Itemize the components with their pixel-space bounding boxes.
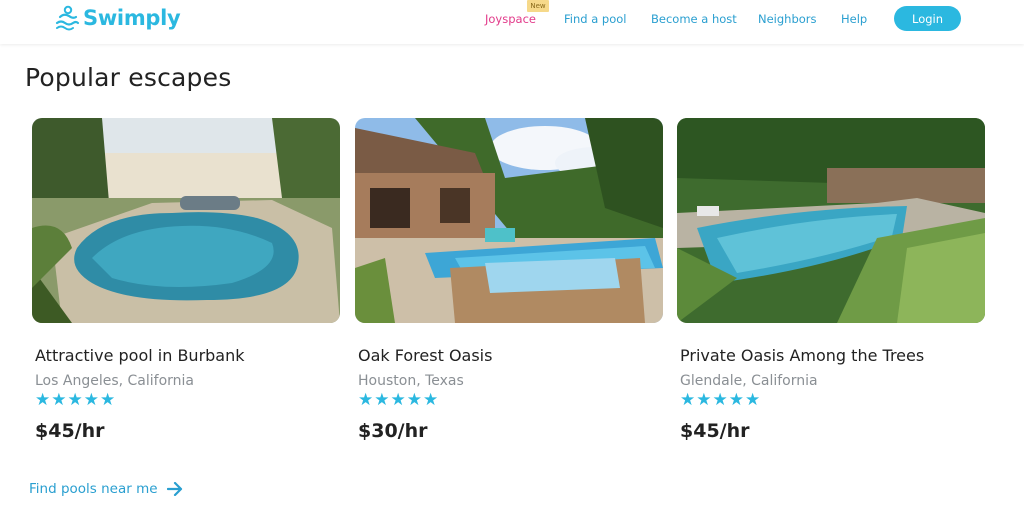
star-rating: ★★★★★ [35,390,117,410]
star-rating: ★★★★★ [358,390,440,410]
pool-photo[interactable] [32,118,340,323]
pool-location: Houston, Texas [358,373,464,389]
swimply-logo[interactable]: Swimply [54,4,181,32]
find-pools-label: Find pools near me [29,481,158,497]
pool-card[interactable]: Oak Forest Oasis Houston, Texas ★★★★★ $3… [355,118,663,448]
star-rating: ★★★★★ [680,390,762,410]
find-pools-near-me-link[interactable]: Find pools near me [29,481,183,497]
pool-price: $45/hr [35,420,105,442]
pool-price: $30/hr [358,420,428,442]
section-title: Popular escapes [25,63,232,92]
nav-joyspace[interactable]: Joyspace [485,12,536,26]
pool-location: Glendale, California [680,373,818,389]
pool-title[interactable]: Oak Forest Oasis [358,346,492,365]
nav-find-a-pool[interactable]: Find a pool [564,12,627,26]
swimmer-logo-icon [54,5,80,31]
pool-title[interactable]: Private Oasis Among the Trees [680,346,924,365]
brand-name: Swimply [83,6,181,30]
pool-location: Los Angeles, California [35,373,194,389]
nav-neighbors[interactable]: Neighbors [758,12,817,26]
new-badge: New [527,0,549,12]
pool-card[interactable]: Attractive pool in Burbank Los Angeles, … [32,118,340,448]
pool-photo[interactable] [355,118,663,323]
top-navbar: Swimply Joyspace New Find a pool Become … [0,0,1024,44]
pool-price: $45/hr [680,420,750,442]
pool-card[interactable]: Private Oasis Among the Trees Glendale, … [677,118,985,448]
login-button[interactable]: Login [894,6,961,31]
pool-title[interactable]: Attractive pool in Burbank [35,346,245,365]
arrow-right-icon [166,481,183,497]
nav-help[interactable]: Help [841,12,867,26]
pool-photo[interactable] [677,118,985,323]
nav-become-a-host[interactable]: Become a host [651,12,737,26]
